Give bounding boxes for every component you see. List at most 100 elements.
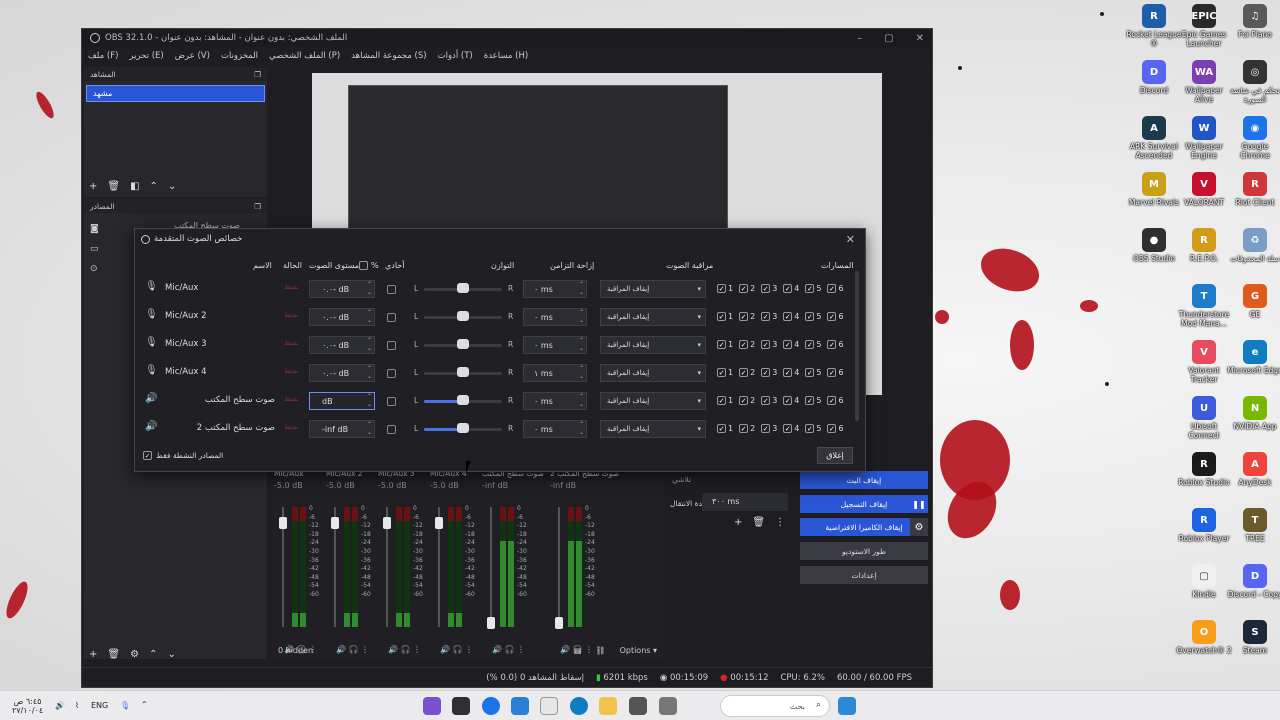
- track-checkbox[interactable]: ✓: [783, 312, 793, 321]
- track-checkbox[interactable]: ✓: [827, 396, 837, 405]
- track-checkbox[interactable]: ✓: [761, 312, 771, 321]
- taskbar-app-icon[interactable]: [511, 697, 529, 715]
- balance-handle[interactable]: [457, 283, 469, 293]
- desktop-shortcut[interactable]: V VALORANT: [1175, 172, 1233, 207]
- track-checkbox[interactable]: ✓: [827, 368, 837, 377]
- track-checkbox[interactable]: ✓: [717, 424, 726, 433]
- desktop-shortcut[interactable]: T TREE: [1226, 508, 1280, 543]
- link-icon[interactable]: ⛓: [595, 646, 605, 655]
- track-checkbox[interactable]: ✓: [783, 424, 793, 433]
- menu-help[interactable]: مساعدة (H): [484, 51, 528, 61]
- sync-offset-input[interactable]: ٠ ms ⌃ ⌄: [523, 308, 587, 326]
- gear-icon[interactable]: ⚙: [130, 649, 139, 660]
- stop-virtual-camera-button[interactable]: إيقاف الكاميرا الافتراضية: [800, 518, 928, 536]
- layout-icon[interactable]: ▤: [574, 646, 582, 655]
- add-icon[interactable]: +: [89, 181, 97, 192]
- desktop-shortcut[interactable]: G GE: [1226, 284, 1280, 319]
- mono-checkbox[interactable]: [387, 425, 396, 434]
- balance-handle[interactable]: [457, 311, 469, 321]
- desktop-shortcut[interactable]: EPIC Epic Games Launcher: [1175, 4, 1233, 48]
- monitoring-select[interactable]: إيقاف المراقبة ▾: [600, 336, 706, 354]
- speaker-icon[interactable]: 🔊: [55, 701, 65, 710]
- track-checkbox[interactable]: ✓: [739, 368, 749, 377]
- menu-view[interactable]: عرض (V): [175, 51, 210, 61]
- track-checkbox[interactable]: ✓: [827, 312, 837, 321]
- desktop-shortcut[interactable]: N NVIDIA App: [1226, 396, 1280, 431]
- desktop-shortcut[interactable]: O Overwatch® 2: [1175, 620, 1233, 655]
- track-checkbox[interactable]: ✓: [739, 424, 749, 433]
- track-checkbox[interactable]: ✓: [717, 340, 726, 349]
- volume-input[interactable]: ٠.٠- dB ⌃ ⌄: [309, 364, 375, 382]
- track-checkbox[interactable]: ✓: [717, 312, 726, 321]
- volume-input[interactable]: ٠.٠- dB ⌃ ⌄: [309, 280, 375, 298]
- dialog-scrollbar[interactable]: [855, 271, 859, 421]
- language-indicator[interactable]: ENG: [91, 701, 108, 710]
- desktop-shortcut[interactable]: V Valorant Tracker: [1175, 340, 1233, 384]
- maximize-icon[interactable]: ▢: [884, 33, 893, 44]
- studio-mode-button[interactable]: طور الاستوديو: [800, 542, 928, 560]
- desktop-shortcut[interactable]: R Roblox Studio: [1175, 452, 1233, 487]
- track-checkbox[interactable]: ✓: [739, 340, 749, 349]
- volume-input[interactable]: ٠.٠- dB ⌃ ⌄: [309, 308, 375, 326]
- monitoring-select[interactable]: إيقاف المراقبة ▾: [600, 392, 706, 410]
- track-checkbox[interactable]: ✓: [805, 312, 815, 321]
- sync-offset-input[interactable]: ٠ ms ⌃ ⌄: [523, 336, 587, 354]
- fader-handle[interactable]: [487, 617, 495, 629]
- track-checkbox[interactable]: ✓: [761, 396, 771, 405]
- track-checkbox[interactable]: ✓: [827, 340, 837, 349]
- track-checkbox[interactable]: ✓: [827, 284, 837, 293]
- track-checkbox[interactable]: ✓: [783, 396, 793, 405]
- sync-offset-input[interactable]: ١ ms ⌃ ⌄: [523, 364, 587, 382]
- stop-stream-button[interactable]: إيقاف البث: [800, 471, 928, 489]
- track-checkbox[interactable]: ✓: [717, 368, 726, 377]
- mono-checkbox[interactable]: [387, 313, 396, 322]
- sync-offset-input[interactable]: ٠ ms ⌃ ⌄: [523, 280, 587, 298]
- menu-file[interactable]: ملف (F): [88, 51, 118, 61]
- track-checkbox[interactable]: ✓: [805, 284, 815, 293]
- monitoring-select[interactable]: إيقاف المراقبة ▾: [600, 364, 706, 382]
- desktop-shortcut[interactable]: T Thunderstore Mod Mana...: [1175, 284, 1233, 328]
- more-icon[interactable]: ⋮: [775, 517, 785, 528]
- gamepad-icon[interactable]: ⊙: [90, 259, 99, 279]
- track-checkbox[interactable]: ✓: [761, 368, 771, 377]
- wifi-icon[interactable]: ⌇: [75, 701, 79, 710]
- balance-handle[interactable]: [457, 423, 469, 433]
- track-checkbox[interactable]: ✓: [739, 396, 749, 405]
- start-icon[interactable]: [838, 697, 856, 715]
- transition-name[interactable]: تلاشي: [672, 475, 691, 484]
- trash-icon[interactable]: 🗑: [107, 649, 120, 660]
- desktop-shortcut[interactable]: R Roblox Player: [1175, 508, 1233, 543]
- track-checkbox[interactable]: ✓: [761, 424, 771, 433]
- track-checkbox[interactable]: ✓: [739, 312, 749, 321]
- dock-float-icon[interactable]: ❐: [254, 202, 261, 211]
- close-icon[interactable]: ✕: [916, 33, 924, 44]
- transition-duration-input[interactable]: ٣٠٠ ms: [702, 493, 788, 511]
- dock-float-icon[interactable]: ❐: [254, 70, 261, 79]
- mono-checkbox[interactable]: [387, 341, 396, 350]
- volume-fader[interactable]: [490, 507, 492, 627]
- fader-handle[interactable]: [435, 517, 443, 529]
- desktop-shortcut[interactable]: U Ubisoft Connect: [1175, 396, 1233, 440]
- track-checkbox[interactable]: ✓: [739, 284, 749, 293]
- track-checkbox[interactable]: ✓: [805, 396, 815, 405]
- add-icon[interactable]: +: [89, 649, 97, 660]
- desktop-shortcut[interactable]: ♻ سلة المحذوفات: [1226, 228, 1280, 263]
- monitoring-select[interactable]: إيقاف المراقبة ▾: [600, 280, 706, 298]
- trash-icon[interactable]: 🗑: [107, 181, 120, 192]
- balance-handle[interactable]: [457, 367, 469, 377]
- balance-handle[interactable]: [457, 395, 469, 405]
- desktop-shortcut[interactable]: A AnyDesk: [1226, 452, 1280, 487]
- menu-tools[interactable]: أدوات (T): [438, 51, 473, 61]
- minimize-icon[interactable]: –: [857, 33, 862, 44]
- menu-profile[interactable]: الملف الشخصي (P): [269, 51, 340, 61]
- monitoring-select[interactable]: إيقاف المراقبة ▾: [600, 420, 706, 438]
- track-checkbox[interactable]: ✓: [761, 340, 771, 349]
- close-icon[interactable]: ✕: [846, 233, 855, 246]
- desktop-shortcut[interactable]: R R.E.P.O.: [1175, 228, 1233, 263]
- volume-input[interactable]: -inf dB ⌃ ⌄: [309, 420, 375, 438]
- taskbar-app-icon[interactable]: [629, 697, 647, 715]
- desktop-shortcut[interactable]: ◎ تحكم في شاشة الصورة: [1226, 60, 1280, 104]
- down-icon[interactable]: ⌄: [168, 181, 176, 192]
- display-icon[interactable]: ▭: [90, 239, 99, 259]
- taskbar-app-icon[interactable]: [540, 697, 558, 715]
